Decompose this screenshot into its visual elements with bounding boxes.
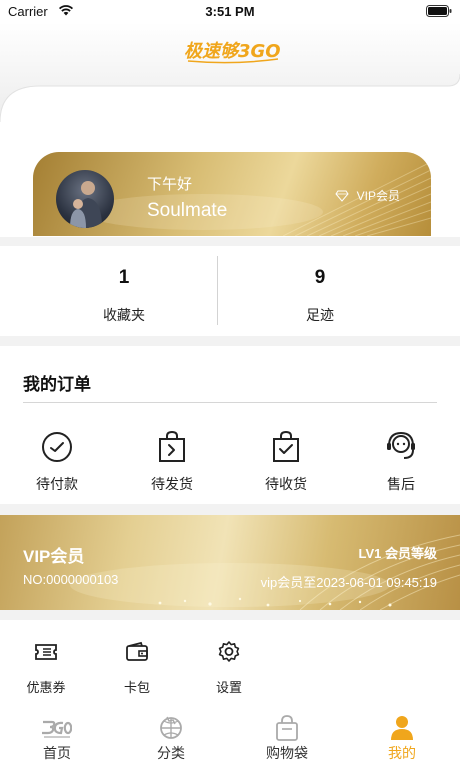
tool-label: 设置 bbox=[215, 680, 242, 695]
header-curve bbox=[0, 22, 460, 122]
tab-me[interactable]: 我的 bbox=[357, 712, 447, 767]
brand-logo[interactable]: 极速够3GO bbox=[184, 38, 282, 64]
profile-card[interactable]: 下午好 Soulmate VIP会员 bbox=[33, 152, 431, 236]
shopping-bag-icon bbox=[276, 715, 298, 741]
tool-coupons[interactable]: 优惠券 bbox=[16, 640, 76, 696]
vip-badge-label: VIP会员 bbox=[356, 189, 400, 203]
avatar-image bbox=[70, 181, 102, 228]
order-pending-receipt[interactable]: 待收货 bbox=[246, 430, 326, 494]
greeting-text: 下午好 bbox=[147, 176, 193, 193]
brand-logo-text: 极速够3GO bbox=[184, 41, 281, 62]
vip-membership-card[interactable]: VIP会员 LV1 会员等级 NO:0000000103 vip会员至2023-… bbox=[0, 515, 460, 610]
gear-icon bbox=[218, 641, 240, 662]
avatar[interactable] bbox=[56, 170, 114, 228]
order-label: 待收货 bbox=[265, 476, 307, 492]
customer-service-icon bbox=[387, 431, 415, 459]
vip-title: VIP会员 bbox=[23, 547, 85, 566]
tab-shopping-bag[interactable]: 购物袋 bbox=[242, 712, 332, 767]
order-label: 待发货 bbox=[151, 476, 193, 492]
globe-icon bbox=[160, 716, 182, 739]
vip-level: LV1 会员等级 bbox=[358, 546, 438, 561]
tool-card-wallet[interactable]: 卡包 bbox=[107, 640, 167, 696]
order-pending-shipment[interactable]: 待发货 bbox=[132, 430, 212, 494]
tool-label: 优惠券 bbox=[26, 680, 66, 695]
shopping-bag-arrow-icon bbox=[159, 430, 185, 462]
vip-badge: VIP会员 bbox=[335, 187, 400, 204]
tab-label: 购物袋 bbox=[266, 745, 308, 761]
clock: 3:51 PM bbox=[205, 4, 255, 19]
3go-logo-icon bbox=[42, 720, 72, 738]
tab-bar: 首页 分类 购物袋 我的 bbox=[0, 712, 460, 767]
shopping-bag-check-icon bbox=[273, 430, 299, 462]
stat-footprints[interactable]: 9 足迹 bbox=[205, 246, 435, 336]
vip-number: NO:0000000103 bbox=[23, 572, 119, 587]
coupon-icon bbox=[35, 644, 57, 660]
orders-title: 我的订单 bbox=[23, 375, 91, 394]
order-pending-payment[interactable]: 待付款 bbox=[17, 430, 97, 494]
tab-label: 分类 bbox=[157, 745, 185, 761]
order-label: 售后 bbox=[387, 476, 415, 492]
tools-panel: 优惠券 卡包 设置 bbox=[0, 620, 460, 712]
diamond-icon bbox=[335, 190, 349, 202]
status-bar: Carrier 3:51 PM bbox=[0, 0, 460, 22]
stat-value: 9 bbox=[314, 267, 326, 288]
orders-divider bbox=[23, 402, 437, 403]
username: Soulmate bbox=[147, 200, 228, 221]
clock-icon bbox=[42, 432, 72, 462]
tab-categories[interactable]: 分类 bbox=[126, 712, 216, 767]
tab-label: 我的 bbox=[388, 745, 416, 761]
user-icon bbox=[391, 716, 413, 740]
order-label: 待付款 bbox=[36, 476, 78, 492]
order-after-sales[interactable]: 售后 bbox=[361, 430, 441, 494]
wallet-icon bbox=[126, 641, 148, 661]
stat-label: 足迹 bbox=[306, 307, 334, 323]
orders-panel: 我的订单 待付款 待发货 待收货 售后 bbox=[0, 346, 460, 504]
battery-icon bbox=[426, 5, 452, 17]
stats-panel: 1 收藏夹 9 足迹 bbox=[0, 246, 460, 336]
tool-label: 卡包 bbox=[123, 680, 150, 695]
tab-label: 首页 bbox=[43, 745, 71, 761]
tool-settings[interactable]: 设置 bbox=[199, 640, 259, 696]
tab-home[interactable]: 首页 bbox=[12, 712, 102, 767]
vip-expiry: vip会员至2023-06-01 09:45:19 bbox=[260, 575, 437, 590]
